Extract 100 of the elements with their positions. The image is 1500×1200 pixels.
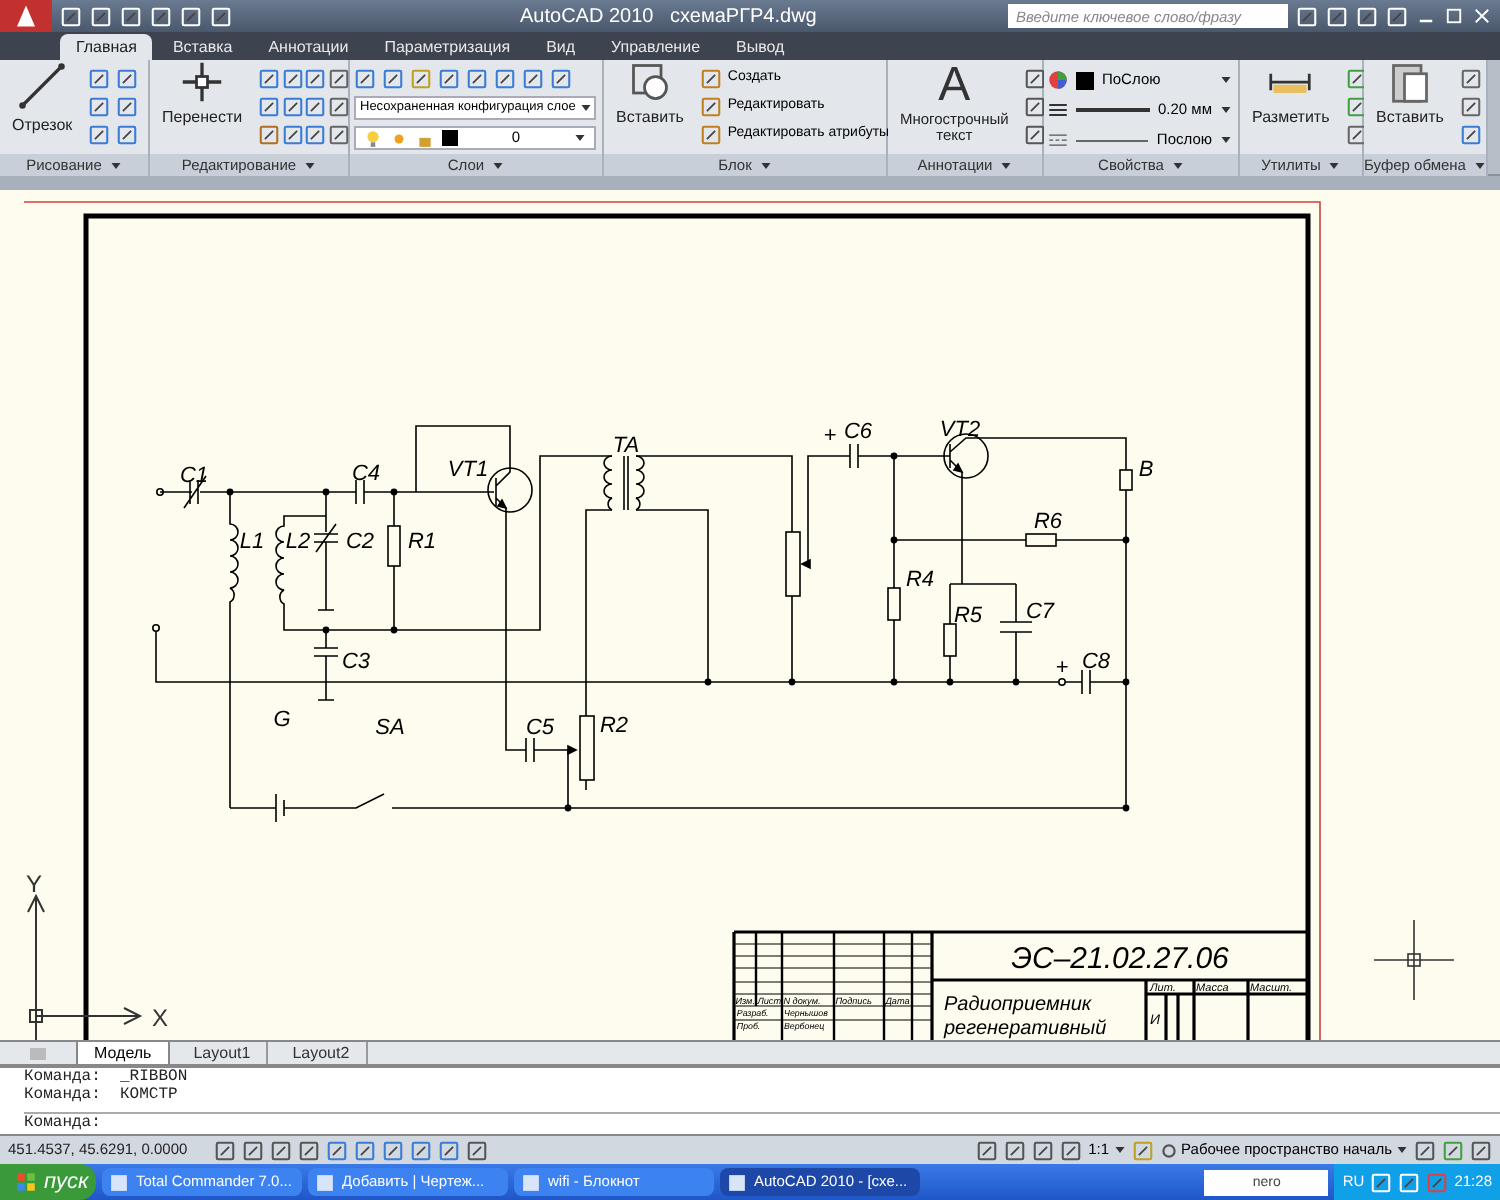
ribbon-tab[interactable]: Вывод [720, 34, 801, 60]
ribbon-tool-button[interactable]: Вставить [1368, 60, 1452, 126]
tool-icon[interactable] [116, 124, 139, 146]
move-icon[interactable] [180, 60, 225, 104]
ribbon-tool-button[interactable]: Разметить [1244, 60, 1338, 126]
tool-icon[interactable] [1459, 68, 1482, 90]
ribbon-tool-button[interactable]: Перенести [154, 60, 251, 126]
tool-icon[interactable] [466, 68, 488, 90]
start-button[interactable]: пуск [0, 1164, 96, 1200]
tool-icon[interactable] [410, 1139, 432, 1161]
ribbon-tab[interactable]: Главная [60, 34, 153, 60]
ribbon-tab[interactable]: Вид [530, 34, 592, 60]
tool-icon[interactable] [242, 1139, 264, 1161]
tool-icon[interactable] [1459, 96, 1482, 118]
layout-tab[interactable]: Модель [76, 1042, 170, 1064]
tool-icon[interactable] [699, 96, 722, 118]
ucs-x-label: X [152, 1004, 169, 1032]
tool-icon[interactable] [258, 124, 281, 146]
tool-icon[interactable] [258, 68, 281, 90]
tool-icon[interactable] [281, 96, 304, 118]
tool-icon[interactable] [326, 1139, 348, 1161]
tool-icon[interactable] [699, 68, 722, 90]
tool-icon[interactable] [438, 1139, 460, 1161]
ribbon-tab[interactable]: Управление [595, 34, 717, 60]
tool-icon[interactable] [354, 1139, 376, 1161]
tool-icon[interactable] [304, 124, 327, 146]
tool-icon[interactable] [354, 68, 376, 90]
tool-icon[interactable] [382, 1139, 404, 1161]
app-icon [522, 1173, 540, 1191]
tool-icon[interactable] [304, 68, 327, 90]
tool-icon[interactable] [116, 96, 139, 118]
close-icon[interactable] [1472, 6, 1492, 26]
clipboard-icon[interactable] [1387, 60, 1432, 104]
tool-icon[interactable] [298, 1139, 320, 1161]
component-label: C8 [1081, 650, 1111, 674]
tool-icon[interactable] [1414, 1139, 1436, 1161]
ribbon-tab[interactable]: Параметризация [368, 34, 527, 60]
tool-icon[interactable] [976, 1139, 999, 1161]
caret-icon [492, 159, 505, 171]
tool-icon[interactable] [258, 96, 281, 118]
tool-icon[interactable] [1470, 1139, 1492, 1161]
caret-icon [579, 102, 592, 114]
component-label: C2 [345, 530, 375, 554]
command-history-line: Команда: КОМСТР [24, 1086, 180, 1104]
tool-icon[interactable] [1032, 1139, 1055, 1161]
tool-icon[interactable] [304, 96, 327, 118]
caret-icon [1000, 159, 1013, 171]
tool-icon[interactable] [1345, 124, 1368, 146]
application-menu-button[interactable] [0, 0, 52, 32]
caret-icon [574, 132, 586, 144]
tool-icon[interactable] [88, 124, 111, 146]
component-label: + [1055, 656, 1069, 680]
tool-icon[interactable] [438, 68, 460, 90]
lightbulb-icon[interactable] [364, 129, 382, 147]
ribbon-tab[interactable]: Вставка [156, 34, 249, 60]
tool-icon[interactable] [88, 96, 111, 118]
ribbon-tool-button[interactable]: Вставить [608, 60, 692, 126]
tool-icon[interactable] [1024, 68, 1047, 90]
tool-icon[interactable] [1024, 124, 1047, 146]
caret-icon [1473, 159, 1486, 171]
tool-icon[interactable] [1442, 1139, 1464, 1161]
tool-icon[interactable] [327, 96, 350, 118]
tool-icon[interactable] [522, 68, 544, 90]
tool-icon[interactable] [281, 124, 304, 146]
tool-icon[interactable] [1131, 1139, 1154, 1161]
tool-icon[interactable] [116, 68, 139, 90]
command-prompt: Команда: [24, 1114, 103, 1132]
ucs-y-label: Y [26, 870, 43, 898]
ribbon-tab[interactable]: Аннотации [252, 34, 365, 60]
component-label: G [273, 708, 291, 732]
tool-icon[interactable] [550, 68, 572, 90]
lineweight-icon[interactable] [1048, 100, 1068, 120]
component-label: B [1138, 458, 1154, 482]
linetype-icon[interactable] [1048, 130, 1068, 150]
tool-icon[interactable] [1345, 96, 1368, 118]
caret-icon [1220, 134, 1232, 146]
tool-icon[interactable] [494, 68, 516, 90]
tool-icon[interactable] [214, 1139, 236, 1161]
drawing-title: Радиоприемник [944, 994, 1092, 1016]
component-label: R1 [407, 530, 437, 554]
ribbon-tool-button[interactable]: Отрезок [4, 60, 81, 134]
tool-icon[interactable] [382, 68, 404, 90]
tool-icon[interactable] [1004, 1139, 1027, 1161]
line-icon[interactable] [16, 60, 69, 112]
tool-icon[interactable] [699, 124, 722, 146]
tool-icon[interactable] [1060, 1139, 1083, 1161]
maximize-icon[interactable] [1444, 6, 1464, 26]
tool-icon[interactable] [327, 124, 350, 146]
tool-icon[interactable] [281, 68, 304, 90]
color-wheel-icon[interactable] [1048, 70, 1068, 90]
tool-icon[interactable] [410, 68, 432, 90]
insert-block-icon[interactable] [627, 60, 672, 104]
tool-icon[interactable] [270, 1139, 292, 1161]
tool-icon[interactable] [1345, 68, 1368, 90]
tool-icon[interactable] [1459, 124, 1482, 146]
drawing-title: регенеративный [944, 1018, 1107, 1040]
tool-icon[interactable] [327, 68, 350, 90]
tool-icon[interactable] [466, 1139, 488, 1161]
tool-icon[interactable] [88, 68, 111, 90]
tool-icon[interactable] [1024, 96, 1047, 118]
